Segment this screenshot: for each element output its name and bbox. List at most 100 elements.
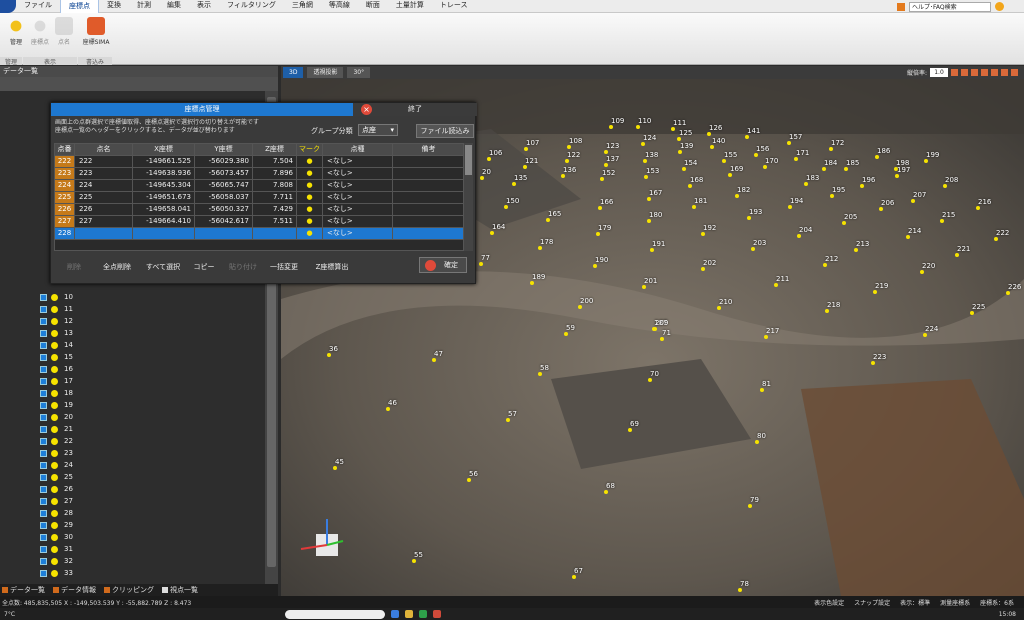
survey-point-marker[interactable] [940,219,944,223]
tree-item[interactable]: 23 [0,447,265,459]
menu-item[interactable]: トレース [432,0,476,13]
survey-point-marker[interactable] [970,311,974,315]
survey-point-marker[interactable] [895,174,899,178]
checkbox[interactable] [40,533,47,541]
table-cell-name[interactable]: 224 [75,180,133,191]
checkbox[interactable] [40,329,47,337]
menu-item[interactable]: 計測 [129,0,159,13]
table-cell-z[interactable]: 7.511 [253,216,297,227]
table-cell-z[interactable] [253,228,297,239]
table-cell-no[interactable]: 226 [55,204,75,215]
survey-point-marker[interactable] [490,231,494,235]
survey-point-marker[interactable] [871,361,875,365]
checkbox[interactable] [40,389,47,397]
menu-item[interactable]: 等高線 [321,0,358,13]
survey-point-marker[interactable] [797,234,801,238]
survey-point-marker[interactable] [873,290,877,294]
tree-item[interactable]: 31 [0,543,265,555]
survey-point-marker[interactable] [546,218,550,222]
survey-point-marker[interactable] [976,206,980,210]
color-setting-button[interactable]: 表示色設定 [814,598,844,607]
checkbox[interactable] [40,413,47,421]
group-select[interactable]: 点座 ▾ [358,124,398,136]
survey-point-marker[interactable] [830,194,834,198]
coord-system-button[interactable]: 座標系：6系 [980,598,1014,607]
confirm-button[interactable]: 確定 [419,257,467,273]
table-cell-no[interactable]: 223 [55,168,75,179]
col-y[interactable]: Y座標 [195,144,253,155]
table-cell-no[interactable]: 222 [55,156,75,167]
survey-point-marker[interactable] [760,388,764,392]
tree-item[interactable]: 26 [0,483,265,495]
table-cell-note[interactable] [393,168,463,179]
survey-point-marker[interactable] [688,184,692,188]
zoom-input[interactable]: 1.0 [930,68,948,77]
tree-item[interactable]: 12 [0,315,265,327]
survey-point-marker[interactable] [924,159,928,163]
survey-point-marker[interactable] [774,283,778,287]
survey-point-marker[interactable] [745,135,749,139]
table-cell-mark[interactable]: ● [297,180,323,191]
survey-point-marker[interactable] [604,150,608,154]
checkbox[interactable] [40,521,47,529]
col-z[interactable]: Z座標 [253,144,297,155]
table-row[interactable]: 225 225 -149651.673 -56058.037 7.711 ● <なし> [55,192,463,204]
point-name-button[interactable]: 点名 [50,17,78,57]
survey-point-marker[interactable] [604,490,608,494]
survey-point-marker[interactable] [677,137,681,141]
checkbox[interactable] [40,461,47,469]
tree-item[interactable]: 15 [0,351,265,363]
survey-point-marker[interactable] [660,337,664,341]
view-icon[interactable] [991,69,998,76]
survey-point-marker[interactable] [480,176,484,180]
table-cell-name[interactable] [75,228,133,239]
survey-point-marker[interactable] [879,207,883,211]
survey-point-marker[interactable] [333,466,337,470]
survey-point-marker[interactable] [628,428,632,432]
tree-item[interactable]: 13 [0,327,265,339]
tab-viewpoints[interactable]: 視点一覧 [162,585,198,595]
table-cell-type[interactable]: <なし> [323,216,393,227]
survey-point-marker[interactable] [955,253,959,257]
survey-point-marker[interactable] [512,182,516,186]
tree-item[interactable]: 30 [0,531,265,543]
survey-point-marker[interactable] [710,145,714,149]
view-icon[interactable] [1011,69,1018,76]
menu-item[interactable]: 編集 [159,0,189,13]
calc-z-button[interactable]: Z座標算出 [309,261,355,274]
tree-item[interactable]: 10 [0,291,265,303]
survey-point-marker[interactable] [487,157,491,161]
survey-point-marker[interactable] [412,559,416,563]
table-cell-z[interactable]: 7.429 [253,204,297,215]
table-cell-mark[interactable]: ● [297,216,323,227]
survey-point-marker[interactable] [504,205,508,209]
table-row[interactable]: 228 ● <なし> [55,228,463,240]
taskbar-search[interactable] [285,609,386,619]
scroll-thumb[interactable] [465,145,472,175]
tree-item[interactable]: 25 [0,471,265,483]
checkbox[interactable] [40,569,47,577]
survey-point-marker[interactable] [923,333,927,337]
table-cell-y[interactable]: -56029.380 [195,156,253,167]
survey-point-marker[interactable] [479,262,483,266]
survey-point-marker[interactable] [707,132,711,136]
menu-item[interactable]: 土量計算 [388,0,432,13]
view-icon[interactable] [971,69,978,76]
survey-point-marker[interactable] [701,232,705,236]
survey-point-marker[interactable] [564,332,568,336]
survey-point-marker[interactable] [755,440,759,444]
tree-item[interactable]: 22 [0,435,265,447]
sima-export-button[interactable]: 座標SIMA [80,17,112,57]
survey-point-marker[interactable] [642,285,646,289]
survey-point-marker[interactable] [678,150,682,154]
table-cell-x[interactable]: -149658.041 [133,204,195,215]
app-icon[interactable] [433,610,442,618]
table-cell-name[interactable]: 226 [75,204,133,215]
menu-item[interactable]: 断面 [358,0,388,13]
survey-point-marker[interactable] [1006,291,1010,295]
survey-point-marker[interactable] [386,407,390,411]
survey-point-marker[interactable] [842,221,846,225]
survey-point-marker[interactable] [804,182,808,186]
survey-point-marker[interactable] [647,219,651,223]
tree-item[interactable]: 16 [0,363,265,375]
